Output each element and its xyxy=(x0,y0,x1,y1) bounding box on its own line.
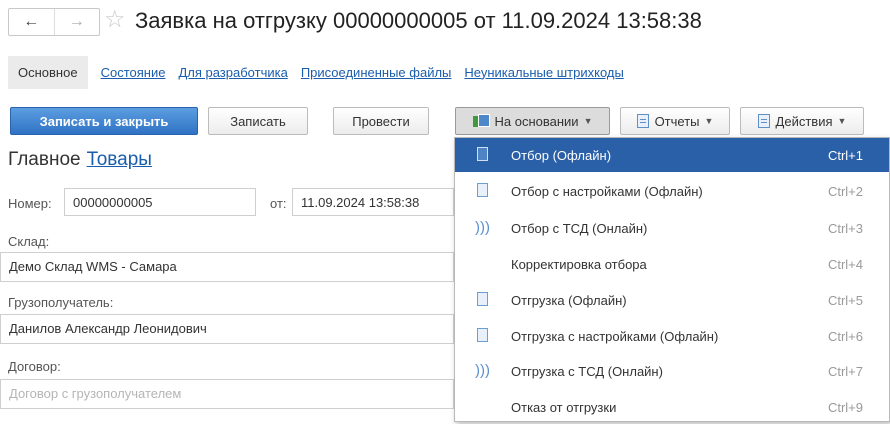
contract-field[interactable]: Договор с грузополучателем xyxy=(0,379,454,409)
section-header: Главное Товары xyxy=(8,149,152,171)
menu-item-shortcut: Ctrl+9 xyxy=(827,399,863,415)
menu-item-label: Отгрузка (Офлайн) xyxy=(511,292,627,308)
consignee-label: Грузополучатель: xyxy=(8,295,114,310)
date-label: от: xyxy=(270,196,287,211)
chevron-down-icon: ▼ xyxy=(583,116,593,126)
based-on-dropdown-menu: Отбор (Офлайн) Ctrl+1 Отбор с настройкам… xyxy=(454,137,890,422)
menu-item-shortcut: Ctrl+6 xyxy=(827,328,863,344)
back-button[interactable]: ← xyxy=(9,9,54,35)
tab-developer[interactable]: Для разработчика xyxy=(178,65,287,80)
save-label: Записать xyxy=(230,113,286,129)
menu-item-selection-offline[interactable]: Отбор (Офлайн) Ctrl+1 xyxy=(455,138,889,172)
tab-state[interactable]: Состояние xyxy=(101,65,166,80)
menu-item-shortcut: Ctrl+4 xyxy=(827,256,863,272)
save-and-close-button[interactable]: Записать и закрыть xyxy=(10,107,198,135)
tab-attached-files[interactable]: Присоединенные файлы xyxy=(301,65,452,80)
forward-button[interactable]: → xyxy=(53,9,100,35)
menu-item-shortcut: Ctrl+2 xyxy=(827,183,863,199)
create-based-on-icon xyxy=(472,114,490,128)
document-icon xyxy=(477,183,488,197)
tab-main[interactable]: Основное xyxy=(8,55,88,89)
menu-item-selection-settings-offline[interactable]: Отбор с настройками (Офлайн) Ctrl+2 xyxy=(455,174,889,208)
form-tabs: Основное Состояние Для разработчика Прис… xyxy=(8,55,624,89)
contract-label: Договор: xyxy=(8,359,61,374)
wireless-icon: ))) xyxy=(475,219,490,236)
number-label: Номер: xyxy=(8,196,52,211)
save-and-close-label: Записать и закрыть xyxy=(39,113,169,129)
document-icon xyxy=(477,292,488,306)
menu-item-shipment-settings-offline[interactable]: Отгрузка с настройками (Офлайн) Ctrl+6 xyxy=(455,319,889,353)
actions-label: Действия xyxy=(775,113,833,129)
tab-nonunique-barcodes[interactable]: Неуникальные штрихкоды xyxy=(464,65,623,80)
chevron-down-icon: ▼ xyxy=(704,116,714,126)
menu-item-label: Отгрузка с настройками (Офлайн) xyxy=(511,328,719,344)
menu-item-selection-correction[interactable]: Корректировка отбора Ctrl+4 xyxy=(455,247,889,281)
menu-item-label: Отбор (Офлайн) xyxy=(511,147,612,163)
menu-item-label: Отбор с настройками (Офлайн) xyxy=(511,183,703,199)
menu-item-shortcut: Ctrl+5 xyxy=(827,292,863,308)
menu-item-selection-tsd-online[interactable]: ))) Отбор с ТСД (Онлайн) Ctrl+3 xyxy=(455,211,889,245)
warehouse-label: Склад: xyxy=(8,234,50,249)
document-icon xyxy=(477,147,488,161)
post-button[interactable]: Провести xyxy=(333,107,429,135)
menu-item-shipment-offline[interactable]: Отгрузка (Офлайн) Ctrl+5 xyxy=(455,283,889,317)
menu-item-shortcut: Ctrl+1 xyxy=(827,147,863,163)
goods-link[interactable]: Товары xyxy=(87,149,152,170)
actions-button[interactable]: Действия ▼ xyxy=(740,107,864,135)
menu-item-shipment-refusal[interactable]: Отказ от отгрузки Ctrl+9 xyxy=(455,390,889,424)
warehouse-field[interactable]: Демо Склад WMS - Самара xyxy=(0,252,454,282)
menu-item-shortcut: Ctrl+3 xyxy=(827,220,863,236)
document-icon xyxy=(477,328,488,342)
report-icon xyxy=(636,114,649,128)
consignee-field[interactable]: Данилов Александр Леонидович xyxy=(0,314,454,344)
based-on-label: На основании xyxy=(494,113,579,129)
menu-item-shortcut: Ctrl+7 xyxy=(827,363,863,379)
section-title: Главное xyxy=(8,149,81,170)
menu-item-label: Корректировка отбора xyxy=(511,256,647,272)
date-field[interactable]: 11.09.2024 13:58:38 xyxy=(292,188,454,216)
menu-item-label: Отгрузка с ТСД (Онлайн) xyxy=(511,363,663,379)
window-title: Заявка на отгрузку 00000000005 от 11.09.… xyxy=(135,8,702,33)
reports-button[interactable]: Отчеты ▼ xyxy=(620,107,730,135)
number-field[interactable]: 00000000005 xyxy=(64,188,256,216)
post-label: Провести xyxy=(352,113,410,129)
wireless-icon: ))) xyxy=(475,362,490,379)
save-button[interactable]: Записать xyxy=(208,107,308,135)
chevron-down-icon: ▼ xyxy=(837,116,847,126)
actions-document-icon xyxy=(757,114,770,128)
navigation-buttons: ← → xyxy=(8,8,100,36)
favorite-star-icon[interactable]: ☆ xyxy=(104,6,126,34)
reports-label: Отчеты xyxy=(654,113,700,129)
menu-item-label: Отказ от отгрузки xyxy=(511,399,617,415)
menu-item-label: Отбор с ТСД (Онлайн) xyxy=(511,220,648,236)
based-on-button[interactable]: На основании ▼ xyxy=(455,107,610,135)
menu-item-shipment-tsd-online[interactable]: ))) Отгрузка с ТСД (Онлайн) Ctrl+7 xyxy=(455,354,889,388)
